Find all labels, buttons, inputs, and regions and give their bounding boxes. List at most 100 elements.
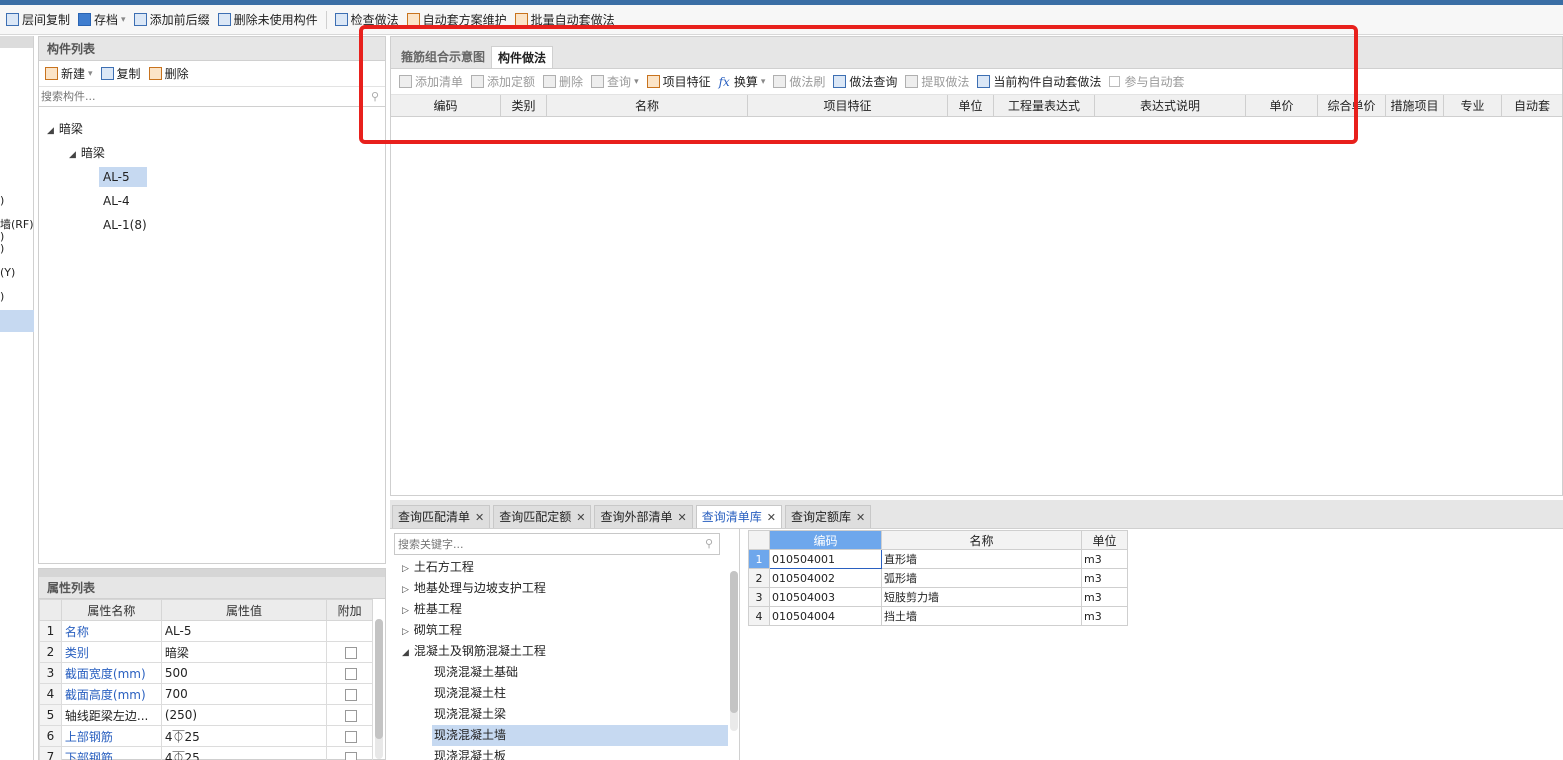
batch-auto-button[interactable]: 批量自动套做法 xyxy=(511,9,619,31)
tree-root-node[interactable]: ◢ 暗梁 xyxy=(47,119,83,139)
method-brush-button[interactable]: 做法刷 xyxy=(769,71,829,93)
collapse-icon[interactable]: ◢ xyxy=(402,648,409,658)
copy-component-button[interactable]: 复制 xyxy=(97,63,145,85)
property-row[interactable]: 1 名称 AL-5 xyxy=(39,620,373,642)
auto-apply-current-button[interactable]: 当前构件自动套做法 xyxy=(973,71,1105,93)
search-icon[interactable]: ⚲ xyxy=(705,537,713,550)
close-icon[interactable]: ✕ xyxy=(475,511,484,524)
keyword-search-input[interactable] xyxy=(395,534,695,554)
close-icon[interactable]: ✕ xyxy=(767,511,776,524)
method-query-button[interactable]: 做法查询 xyxy=(829,71,901,93)
close-icon[interactable]: ✕ xyxy=(856,511,865,524)
col-unit[interactable]: 单位 xyxy=(948,95,994,116)
close-icon[interactable]: ✕ xyxy=(576,511,585,524)
project-feature-button[interactable]: 项目特征 xyxy=(643,71,715,93)
tree-node[interactable]: ▷ 砌筑工程 xyxy=(402,620,462,641)
extract-method-button[interactable]: 提取做法 xyxy=(901,71,973,93)
check-method-button[interactable]: 检查做法 xyxy=(331,9,403,31)
extra-checkbox[interactable] xyxy=(345,646,358,659)
expand-icon[interactable]: ▷ xyxy=(402,627,409,637)
save-button[interactable]: 存档 ▾ xyxy=(74,9,130,31)
nav-item-2[interactable]: 墙(RF) xyxy=(0,214,34,236)
col-unit-price[interactable]: 单价 xyxy=(1246,95,1318,116)
extra-checkbox[interactable] xyxy=(345,730,358,743)
header-name[interactable]: 名称 xyxy=(881,530,1082,550)
component-search-input[interactable] xyxy=(39,87,385,106)
expand-icon[interactable]: ◢ xyxy=(47,126,54,136)
col-name[interactable]: 名称 xyxy=(547,95,748,116)
nav-item-3[interactable]: ) xyxy=(0,238,34,260)
chevron-down-icon[interactable]: ▾ xyxy=(761,77,766,87)
property-row[interactable]: 3 截面宽度(mm) 500 xyxy=(39,662,373,684)
close-icon[interactable]: ✕ xyxy=(677,511,686,524)
tab-external-list[interactable]: 查询外部清单 ✕ xyxy=(594,505,693,528)
scrollbar-thumb[interactable] xyxy=(375,619,383,739)
nav-item-5[interactable]: ) xyxy=(0,286,34,308)
tree-leaf[interactable]: 现浇混凝土梁 xyxy=(434,704,506,725)
expand-icon[interactable]: ▷ xyxy=(402,564,409,574)
checkbox-icon[interactable] xyxy=(1109,76,1121,87)
col-feature[interactable]: 项目特征 xyxy=(748,95,948,116)
tree-leaf[interactable]: 现浇混凝土板 xyxy=(434,746,506,760)
header-unit[interactable]: 单位 xyxy=(1081,530,1128,550)
tab-match-list[interactable]: 查询匹配清单 ✕ xyxy=(392,505,491,528)
tab-list-library[interactable]: 查询清单库 ✕ xyxy=(695,505,782,528)
chevron-down-icon[interactable]: ▾ xyxy=(88,69,93,79)
query-button[interactable]: 查询 ▾ xyxy=(587,71,643,93)
convert-button[interactable]: fx 换算 ▾ xyxy=(715,71,770,93)
expand-icon[interactable]: ◢ xyxy=(69,150,76,160)
table-row[interactable]: 1 010504001 直形墙 m3 xyxy=(748,549,1128,569)
extra-checkbox[interactable] xyxy=(345,751,358,760)
tree-item-al-5[interactable]: AL-5 xyxy=(99,167,147,187)
add-quota-button[interactable]: 添加定额 xyxy=(467,71,539,93)
tree-group-node[interactable]: ◢ 暗梁 xyxy=(69,143,105,163)
table-row[interactable]: 3 010504003 短肢剪力墙 m3 xyxy=(748,587,1128,607)
tab-stirrup-diagram[interactable]: 箍筋组合示意图 xyxy=(395,46,491,68)
chevron-down-icon[interactable]: ▾ xyxy=(121,15,126,25)
tree-item-al-1[interactable]: AL-1(8) xyxy=(103,215,147,235)
property-row[interactable]: 4 截面高度(mm) 700 xyxy=(39,683,373,705)
tree-node[interactable]: ▷ 地基处理与边坡支护工程 xyxy=(402,578,546,599)
scrollbar-thumb[interactable] xyxy=(730,571,738,713)
extra-checkbox[interactable] xyxy=(345,688,358,701)
col-measure[interactable]: 措施项目 xyxy=(1386,95,1444,116)
auto-scheme-button[interactable]: 自动套方案维护 xyxy=(403,9,511,31)
expand-icon[interactable]: ▷ xyxy=(402,585,409,595)
new-component-button[interactable]: 新建 ▾ xyxy=(41,63,97,85)
extra-checkbox[interactable] xyxy=(345,709,358,722)
tree-item-al-4[interactable]: AL-4 xyxy=(103,191,130,211)
property-row[interactable]: 2 类别 暗梁 xyxy=(39,641,373,663)
property-row[interactable]: 5 轴线距梁左边... (250) xyxy=(39,704,373,726)
nav-item-1[interactable]: ) xyxy=(0,190,34,212)
tree-scrollbar[interactable] xyxy=(730,571,738,731)
table-row[interactable]: 4 010504004 挡土墙 m3 xyxy=(748,606,1128,626)
table-row[interactable]: 2 010504002 弧形墙 m3 xyxy=(748,568,1128,588)
tab-component-method[interactable]: 构件做法 xyxy=(491,46,554,68)
participate-auto-checkbox[interactable]: 参与自动套 xyxy=(1105,71,1188,93)
floor-copy-button[interactable]: 层间复制 xyxy=(2,9,74,31)
tab-match-quota[interactable]: 查询匹配定额 ✕ xyxy=(493,505,592,528)
delete-component-button[interactable]: 删除 xyxy=(145,63,193,85)
chevron-down-icon[interactable]: ▾ xyxy=(634,77,639,87)
nav-item-4[interactable]: (Y) xyxy=(0,262,34,284)
tab-quota-library[interactable]: 查询定额库 ✕ xyxy=(784,505,872,528)
tree-leaf[interactable]: 现浇混凝土柱 xyxy=(434,683,506,704)
col-total-price[interactable]: 综合单价 xyxy=(1318,95,1386,116)
col-code[interactable]: 编码 xyxy=(391,95,501,116)
property-row[interactable]: 7 下部钢筋 4⏁25 xyxy=(39,746,373,760)
extra-checkbox[interactable] xyxy=(345,667,358,680)
delete-unused-button[interactable]: 删除未使用构件 xyxy=(214,9,322,31)
nav-item-selected[interactable] xyxy=(0,310,34,332)
tree-leaf-selected[interactable]: 现浇混凝土墙 xyxy=(432,725,728,746)
tree-node[interactable]: ▷ 土石方工程 xyxy=(402,557,474,578)
add-prefix-suffix-button[interactable]: 添加前后缀 xyxy=(130,9,214,31)
tree-node[interactable]: ▷ 桩基工程 xyxy=(402,599,462,620)
tree-node-expanded[interactable]: ◢ 混凝土及钢筋混凝土工程 xyxy=(402,641,546,662)
add-list-button[interactable]: 添加清单 xyxy=(395,71,467,93)
col-auto[interactable]: 自动套 xyxy=(1502,95,1562,116)
search-icon[interactable]: ⚲ xyxy=(371,90,379,103)
property-row[interactable]: 6 上部钢筋 4⏁25 xyxy=(39,725,373,747)
delete-method-button[interactable]: 删除 xyxy=(539,71,587,93)
col-expression[interactable]: 工程量表达式 xyxy=(994,95,1095,116)
col-expression-note[interactable]: 表达式说明 xyxy=(1095,95,1246,116)
